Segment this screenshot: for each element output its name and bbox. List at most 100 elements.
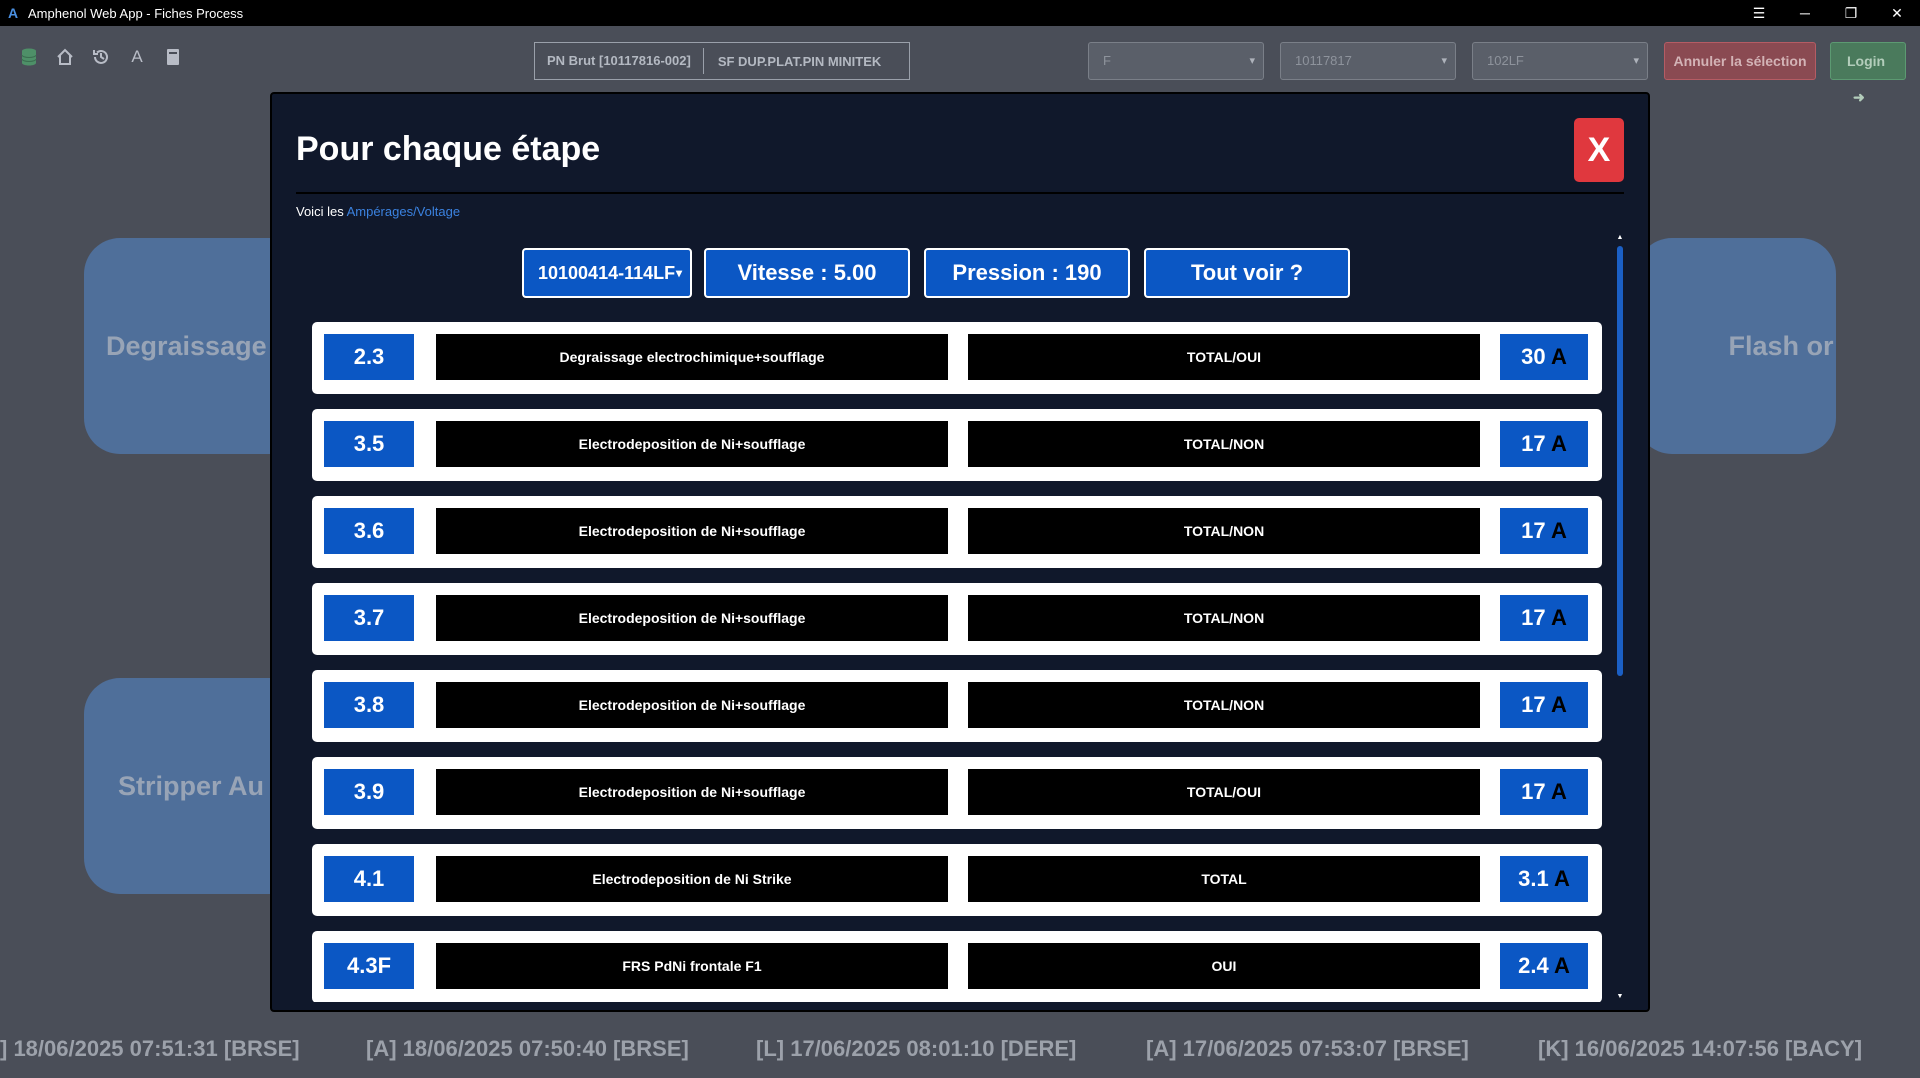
step-description: Electrodeposition de Ni+soufflage	[436, 769, 948, 815]
step-mode: TOTAL/OUI	[968, 769, 1480, 815]
scrollbar-thumb[interactable]	[1617, 246, 1623, 676]
step-description: Electrodeposition de Ni Strike	[436, 856, 948, 902]
font-icon[interactable]: A	[128, 48, 146, 66]
step-amperage: 17 A	[1500, 595, 1588, 641]
minimize-icon[interactable]: ─	[1782, 0, 1828, 26]
reference-dropdown[interactable]: 10100414-114LF ▾	[522, 248, 692, 298]
book-icon[interactable]	[164, 48, 182, 66]
tout-voir-button[interactable]: Tout voir ?	[1144, 248, 1350, 298]
modal-intro: Voici les Ampérages/Voltage	[296, 204, 460, 219]
amp-value: 3.1	[1518, 866, 1549, 891]
step-number: 3.7	[324, 595, 414, 641]
card-label: Flash or	[1728, 330, 1834, 361]
database-icon[interactable]	[20, 48, 38, 66]
scroll-down-arrow-icon[interactable]: ▼	[1616, 993, 1624, 1000]
ticker-item: [A] 18/06/2025 07:50:40 [BRSE]	[366, 1036, 689, 1061]
amp-value: 2.4	[1518, 953, 1549, 978]
pn-brut-label: PN Brut [10117816-002]	[535, 48, 704, 74]
pression-button[interactable]: Pression : 190	[924, 248, 1130, 298]
ticker-item: [K] 16/06/2025 14:07:56 [BACY]	[1538, 1036, 1863, 1061]
restore-icon[interactable]: ❐	[1828, 0, 1874, 26]
toolbar-icons: A	[20, 48, 182, 66]
chevron-down-icon: ▾	[1441, 55, 1447, 67]
history-icon[interactable]	[92, 48, 110, 66]
modal-scrollbar[interactable]: ▲ ▼	[1616, 234, 1624, 1000]
divider	[296, 192, 1624, 194]
steps-modal: Pour chaque étape X Voici les Ampérages/…	[270, 92, 1650, 1012]
scroll-up-arrow-icon[interactable]: ▲	[1616, 234, 1624, 241]
amp-unit: A	[1554, 953, 1570, 978]
app-logo-icon: A	[8, 5, 19, 21]
intro-text: Voici les	[296, 204, 347, 219]
select-part[interactable]: 10117817 ▾	[1280, 42, 1456, 80]
step-row: 4.1 Electrodeposition de Ni Strike TOTAL…	[312, 844, 1602, 916]
step-description: Electrodeposition de Ni+soufflage	[436, 595, 948, 641]
steps-scroll-area[interactable]: 10100414-114LF ▾ Vitesse : 5.00 Pression…	[296, 232, 1626, 1002]
step-amperage: 17 A	[1500, 508, 1588, 554]
amp-value: 17	[1521, 779, 1546, 804]
amp-value: 17	[1521, 692, 1546, 717]
step-description: Electrodeposition de Ni+soufflage	[436, 682, 948, 728]
step-mode: TOTAL/NON	[968, 508, 1480, 554]
app-toolbar: A PN Brut [10117816-002] SF DUP.PLAT.PIN…	[0, 26, 1920, 105]
pn-description: SF DUP.PLAT.PIN MINITEK	[717, 53, 882, 69]
select-variant[interactable]: 102LF ▾	[1472, 42, 1648, 80]
step-description: FRS PdNi frontale F1	[436, 943, 948, 989]
amp-value: 17	[1521, 605, 1546, 630]
step-mode: TOTAL/OUI	[968, 334, 1480, 380]
step-number: 3.8	[324, 682, 414, 728]
step-number: 3.5	[324, 421, 414, 467]
part-number-display: PN Brut [10117816-002] SF DUP.PLAT.PIN M…	[534, 42, 910, 80]
step-amperage: 17 A	[1500, 421, 1588, 467]
select-family-value: F	[1103, 53, 1111, 68]
amp-unit: A	[1550, 605, 1567, 630]
step-description: Electrodeposition de Ni+soufflage	[436, 508, 948, 554]
reference-dropdown-value: 10100414-114LF	[538, 263, 676, 283]
step-description: Electrodeposition de Ni+soufflage	[436, 421, 948, 467]
cancel-selection-button[interactable]: Annuler la sélection	[1664, 42, 1816, 80]
step-number: 3.6	[324, 508, 414, 554]
step-number: 4.1	[324, 856, 414, 902]
hamburger-menu-icon[interactable]: ☰	[1736, 0, 1782, 26]
chevron-down-icon: ▾	[1249, 55, 1255, 67]
amp-unit: A	[1550, 344, 1567, 369]
login-button[interactable]: Login ➜	[1830, 42, 1906, 105]
amp-value: 30	[1521, 344, 1546, 369]
step-row: 2.3 Degraissage electrochimique+soufflag…	[312, 322, 1602, 394]
amp-unit: A	[1550, 692, 1567, 717]
chevron-down-icon: ▾	[1633, 55, 1639, 67]
step-amperage: 2.4 A	[1500, 943, 1588, 989]
home-icon[interactable]	[56, 48, 74, 66]
login-label: Login	[1847, 53, 1886, 69]
select-part-value: 10117817	[1295, 53, 1352, 68]
login-arrow-icon: ➜	[1853, 89, 1865, 105]
step-amperage: 3.1 A	[1500, 856, 1588, 902]
select-family[interactable]: F ▾	[1088, 42, 1264, 80]
step-row: 3.9 Electrodeposition de Ni+soufflage TO…	[312, 757, 1602, 829]
amp-unit: A	[1550, 431, 1567, 456]
step-number: 4.3F	[324, 943, 414, 989]
ticker-item: [L] 17/06/2025 08:01:10 [DERE]	[756, 1036, 1077, 1061]
amp-value: 17	[1521, 518, 1546, 543]
close-window-icon[interactable]: ✕	[1874, 0, 1920, 26]
amp-value: 17	[1521, 431, 1546, 456]
vitesse-button[interactable]: Vitesse : 5.00	[704, 248, 910, 298]
history-ticker: ] 18/06/2025 07:51:31 [BRSE] [A] 18/06/2…	[0, 1032, 1920, 1070]
step-description: Degraissage electrochimique+soufflage	[436, 334, 948, 380]
step-row: 3.7 Electrodeposition de Ni+soufflage TO…	[312, 583, 1602, 655]
step-row: 3.8 Electrodeposition de Ni+soufflage TO…	[312, 670, 1602, 742]
window-titlebar: A Amphenol Web App - Fiches Process ☰ ─ …	[0, 0, 1920, 26]
process-card-flash-or[interactable]: Flash or	[1636, 238, 1836, 454]
step-number: 3.9	[324, 769, 414, 815]
amperage-voltage-link[interactable]: Ampérages/Voltage	[347, 204, 460, 219]
amp-unit: A	[1554, 866, 1570, 891]
steps-list: 2.3 Degraissage electrochimique+soufflag…	[312, 322, 1602, 1002]
step-amperage: 17 A	[1500, 682, 1588, 728]
card-label: Stripper Au	[118, 770, 265, 801]
amp-unit: A	[1550, 779, 1567, 804]
step-row: 3.5 Electrodeposition de Ni+soufflage TO…	[312, 409, 1602, 481]
close-modal-button[interactable]: X	[1574, 118, 1624, 182]
step-amperage: 17 A	[1500, 769, 1588, 815]
step-mode: TOTAL/NON	[968, 595, 1480, 641]
step-mode: OUI	[968, 943, 1480, 989]
